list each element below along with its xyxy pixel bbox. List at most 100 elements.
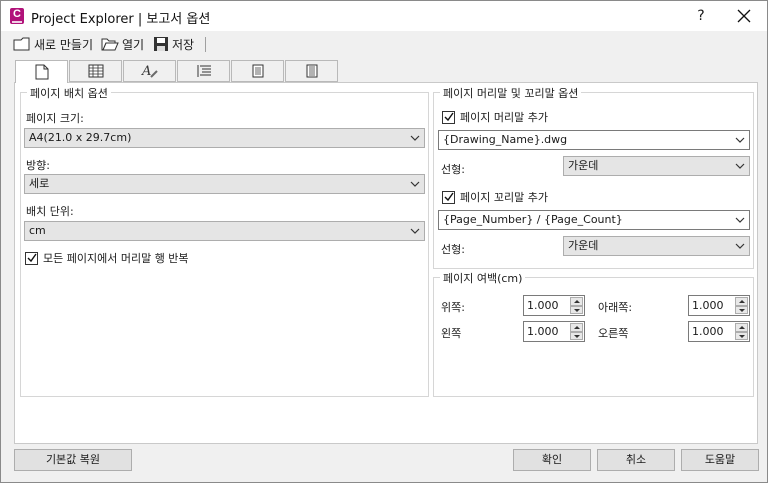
- bottom-margin-spinner[interactable]: 1.000: [688, 295, 750, 316]
- page-layout-group: 페이지 배치 옵션 페이지 크기: A4(21.0 x 29.7cm) 방향: …: [20, 85, 429, 397]
- list-icon: [197, 65, 211, 77]
- spin-up-button[interactable]: [735, 323, 748, 332]
- chevron-down-icon: [735, 217, 745, 223]
- left-margin-label: 왼쪽: [441, 327, 462, 340]
- footer-align-dropdown[interactable]: 가운데: [563, 236, 750, 256]
- header-footer-group-title: 페이지 머리말 및 꼬리말 옵션: [440, 85, 582, 101]
- chevron-down-icon: [735, 243, 745, 249]
- tab-list[interactable]: [177, 60, 230, 82]
- units-value: cm: [29, 224, 46, 237]
- add-footer-checkbox[interactable]: 페이지 꼬리말 추가: [442, 189, 548, 205]
- footer-align-value: 가운데: [568, 239, 599, 252]
- page-size-label: 페이지 크기:: [26, 112, 84, 125]
- tab-document[interactable]: [231, 60, 284, 82]
- page-size-dropdown[interactable]: A4(21.0 x 29.7cm): [24, 128, 425, 148]
- top-margin-value: 1.000: [527, 299, 559, 312]
- footer-content-value: {Page_Number} / {Page_Count}: [443, 213, 623, 226]
- right-margin-value: 1.000: [692, 325, 724, 338]
- bottom-margin-value: 1.000: [692, 299, 724, 312]
- page-size-value: A4(21.0 x 29.7cm): [29, 131, 132, 144]
- chevron-down-icon: [410, 181, 420, 187]
- cancel-button[interactable]: 취소: [597, 449, 675, 471]
- units-dropdown[interactable]: cm: [24, 221, 425, 241]
- app-logo-icon: C: [10, 8, 24, 24]
- orientation-label: 방향:: [26, 159, 50, 172]
- spin-up-button[interactable]: [570, 297, 583, 306]
- chevron-down-icon: [735, 163, 745, 169]
- left-margin-spinner[interactable]: 1.000: [523, 321, 585, 342]
- document-lines-icon: [306, 64, 317, 78]
- new-file-icon: [13, 37, 30, 51]
- save-button[interactable]: 저장: [153, 34, 194, 54]
- chevron-down-icon: [735, 137, 745, 143]
- header-align-dropdown[interactable]: 가운데: [563, 156, 750, 176]
- units-label: 배치 단위:: [26, 205, 74, 218]
- checkmark-icon: [444, 112, 454, 122]
- spin-down-button[interactable]: [570, 331, 583, 340]
- page-icon: [35, 64, 48, 80]
- window-title: Project Explorer | 보고서 옵션: [31, 12, 211, 27]
- page-margins-group: 페이지 여백(cm) 위쪽: 1.000 아래쪽: 1.000 왼쪽 1.000…: [433, 270, 754, 397]
- help-dialog-button[interactable]: 도움말: [681, 449, 759, 471]
- tab-document-lines[interactable]: [285, 60, 338, 82]
- tab-content: 페이지 배치 옵션 페이지 크기: A4(21.0 x 29.7cm) 방향: …: [14, 82, 758, 444]
- svg-text:A: A: [141, 64, 151, 79]
- save-label: 저장: [172, 37, 195, 52]
- add-header-checkbox[interactable]: 페이지 머리말 추가: [442, 109, 548, 125]
- header-align-value: 가운데: [568, 159, 599, 172]
- open-button[interactable]: 열기: [101, 34, 144, 54]
- chevron-down-icon: [410, 228, 420, 234]
- close-button[interactable]: [729, 4, 759, 28]
- left-margin-value: 1.000: [527, 325, 559, 338]
- report-options-dialog: C Project Explorer | 보고서 옵션 ? 새로 만들기 열기: [0, 0, 768, 483]
- tab-text-format[interactable]: A: [123, 60, 176, 82]
- tab-table[interactable]: [69, 60, 122, 82]
- header-footer-group: 페이지 머리말 및 꼬리말 옵션 페이지 머리말 추가 {Drawing_Nam…: [433, 85, 754, 269]
- spin-down-button[interactable]: [735, 331, 748, 340]
- footer-align-label: 선형:: [441, 243, 465, 256]
- folder-open-icon: [101, 38, 119, 51]
- bottom-margin-label: 아래쪽:: [598, 301, 633, 314]
- header-align-label: 선형:: [441, 163, 465, 176]
- spin-down-button[interactable]: [735, 305, 748, 314]
- spin-up-button[interactable]: [570, 323, 583, 332]
- footer-content-combo[interactable]: {Page_Number} / {Page_Count}: [438, 210, 750, 230]
- orientation-value: 세로: [29, 177, 50, 190]
- help-button[interactable]: ?: [689, 4, 713, 28]
- right-margin-label: 오른쪽: [598, 327, 629, 340]
- checkbox-box: [25, 251, 38, 265]
- page-layout-group-title: 페이지 배치 옵션: [27, 85, 111, 101]
- tab-page[interactable]: [15, 60, 68, 83]
- checkbox-box: [442, 110, 455, 124]
- top-margin-spinner[interactable]: 1.000: [523, 295, 585, 316]
- table-icon: [88, 64, 103, 78]
- page-margins-group-title: 페이지 여백(cm): [440, 270, 526, 286]
- open-label: 열기: [122, 37, 145, 52]
- repeat-header-checkbox[interactable]: 모든 페이지에서 머리말 행 반복: [25, 250, 189, 266]
- new-label: 새로 만들기: [34, 37, 94, 52]
- toolbar-separator: [205, 37, 206, 52]
- repeat-header-label: 모든 페이지에서 머리말 행 반복: [43, 252, 189, 265]
- ok-button[interactable]: 확인: [513, 449, 591, 471]
- chevron-down-icon: [410, 135, 420, 141]
- spin-up-button[interactable]: [735, 297, 748, 306]
- checkmark-icon: [444, 192, 454, 202]
- right-margin-spinner[interactable]: 1.000: [688, 321, 750, 342]
- header-content-combo[interactable]: {Drawing_Name}.dwg: [438, 130, 750, 150]
- floppy-disk-icon: [154, 37, 168, 51]
- close-icon: [737, 9, 751, 23]
- reset-defaults-button[interactable]: 기본값 복원: [14, 449, 132, 471]
- checkmark-icon: [27, 253, 37, 263]
- title-bar: C Project Explorer | 보고서 옵션 ?: [1, 1, 767, 31]
- add-footer-label: 페이지 꼬리말 추가: [460, 191, 548, 204]
- text-format-icon: A: [141, 64, 158, 79]
- checkbox-box: [442, 190, 455, 204]
- document-icon: [252, 64, 263, 78]
- top-margin-label: 위쪽:: [441, 301, 465, 314]
- new-button[interactable]: 새로 만들기: [13, 34, 93, 54]
- spin-down-button[interactable]: [570, 305, 583, 314]
- orientation-dropdown[interactable]: 세로: [24, 174, 425, 194]
- add-header-label: 페이지 머리말 추가: [460, 111, 548, 124]
- header-content-value: {Drawing_Name}.dwg: [443, 133, 568, 146]
- toolbar: 새로 만들기 열기 저장: [1, 31, 767, 57]
